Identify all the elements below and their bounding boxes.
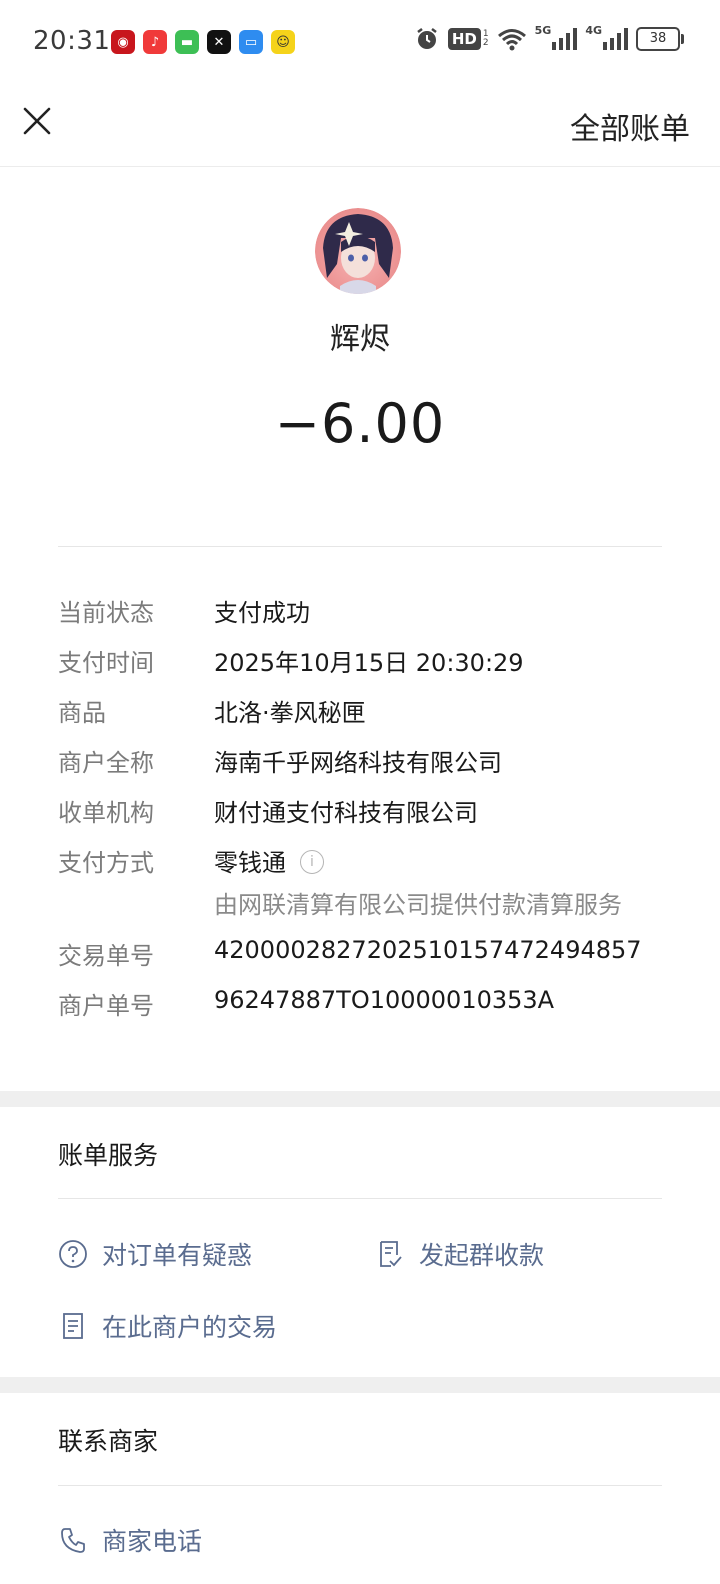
- group-collect-icon: [380, 1241, 402, 1267]
- section-separator: [0, 1377, 720, 1393]
- merchant-phone-button[interactable]: 商家电话: [58, 1522, 202, 1558]
- detail-value: 北洛·拳风秘匣: [214, 699, 366, 727]
- group-collect-label: 发起群收款: [419, 1241, 545, 1270]
- detail-label: 商户单号: [58, 992, 154, 1020]
- bill-service-title: 账单服务: [58, 1141, 159, 1170]
- detail-value: 海南千乎网络科技有限公司: [214, 749, 502, 777]
- yellow-app-icon: ☺: [271, 30, 295, 54]
- detail-value: 支付成功: [214, 599, 310, 627]
- music-app-icon: ♪: [143, 30, 167, 54]
- top-nav-bar: 全部账单: [0, 84, 720, 167]
- notification-app-icons: ◉ ♪ ▬ ✕ ▭ ☺: [111, 30, 295, 54]
- detail-value: 财付通支付科技有限公司: [214, 799, 478, 827]
- network-5g-label: 5G: [534, 23, 552, 37]
- detail-value[interactable]: 96247887TO10000010353A: [214, 986, 554, 1014]
- signal-4g-icon: [603, 28, 628, 50]
- hd-sim-2: 2: [482, 38, 489, 48]
- status-indicators: HD 1 2 5G 4G 38: [414, 23, 684, 52]
- order-question-button[interactable]: 对订单有疑惑: [58, 1236, 252, 1272]
- detail-label: 收单机构: [58, 799, 154, 827]
- payment-method-value: 零钱通: [214, 849, 286, 877]
- bank-app-icon: ◉: [111, 30, 135, 54]
- group-collect-button[interactable]: 发起群收款: [375, 1236, 544, 1272]
- all-bills-link[interactable]: 全部账单: [570, 104, 690, 148]
- detail-label: 当前状态: [58, 599, 154, 627]
- detail-label: 支付时间: [58, 649, 154, 677]
- wifi-icon: [497, 29, 526, 51]
- transaction-amount: −6.00: [274, 392, 446, 455]
- question-circle-icon: [59, 1240, 87, 1268]
- battery-icon: 38: [636, 27, 684, 51]
- messages-app-icon: ▬: [175, 30, 199, 54]
- detail-label: 商户全称: [58, 749, 154, 777]
- merchant-phone-label: 商家电话: [102, 1527, 203, 1556]
- detail-label: 商品: [58, 699, 106, 727]
- contact-merchant-title: 联系商家: [58, 1427, 159, 1456]
- close-icon[interactable]: [20, 104, 54, 138]
- hd-icon: HD: [447, 28, 481, 50]
- divider: [58, 1198, 662, 1199]
- merchant-transactions-label: 在此商户的交易: [102, 1313, 278, 1342]
- phone-icon: [61, 1528, 85, 1553]
- bill-detail-page: 20:31 ◉ ♪ ▬ ✕ ▭ ☺ HD 1 2 5G 4G 38 全部账单 辉…: [0, 0, 720, 1584]
- detail-label: 交易单号: [58, 942, 154, 970]
- receipt-icon: [63, 1313, 83, 1339]
- divider: [58, 1485, 662, 1486]
- detail-value[interactable]: 4200002827202510157472494857: [214, 936, 642, 964]
- network-4g-label: 4G: [585, 23, 602, 37]
- clearing-service-note: 由网联清算有限公司提供付款清算服务: [214, 891, 622, 919]
- merchant-avatar: [315, 208, 401, 294]
- alarm-icon: [417, 28, 437, 49]
- detail-label: 支付方式: [58, 849, 154, 877]
- files-app-icon: ▭: [239, 30, 263, 54]
- detail-value: 零钱通 i: [214, 843, 324, 878]
- detail-value: 2025年10月15日 20:30:29: [214, 649, 524, 677]
- status-time: 20:31: [33, 26, 111, 56]
- divider: [58, 546, 662, 547]
- info-icon[interactable]: i: [300, 850, 324, 874]
- hd-sim-indicator: 1 2: [483, 30, 489, 48]
- section-separator: [0, 1091, 720, 1107]
- merchant-name: 辉烬: [330, 322, 390, 357]
- signal-5g-icon: [552, 28, 578, 50]
- merchant-transactions-button[interactable]: 在此商户的交易: [58, 1308, 277, 1344]
- status-bar: 20:31 ◉ ♪ ▬ ✕ ▭ ☺ HD 1 2 5G 4G 38: [0, 0, 720, 84]
- order-question-label: 对订单有疑惑: [102, 1241, 253, 1270]
- capcut-app-icon: ✕: [207, 30, 231, 54]
